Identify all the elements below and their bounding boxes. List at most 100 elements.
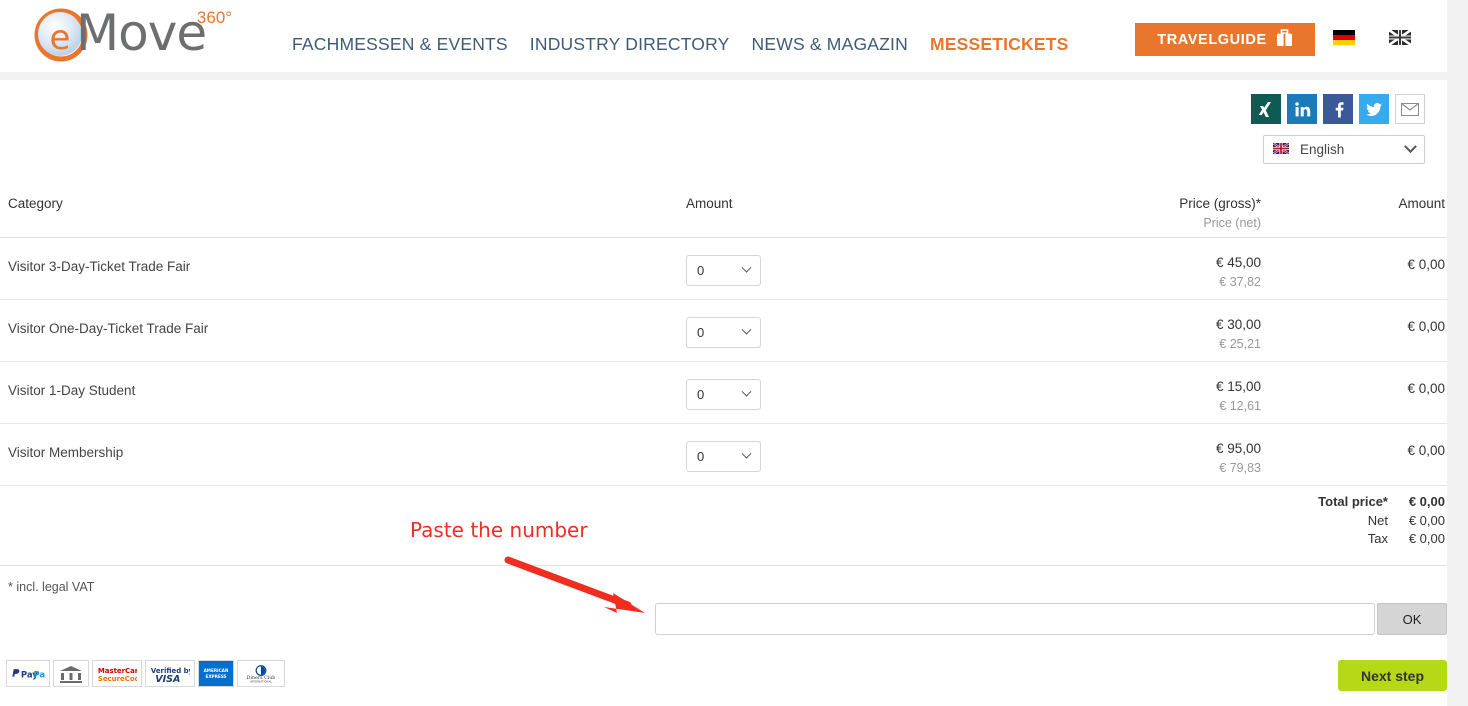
american-express-logo: AMERICAN EXPRESS <box>198 660 234 687</box>
price-cell: € 30,00 € 25,21 <box>1046 317 1261 351</box>
site-logo[interactable]: e Move 360° <box>34 4 232 62</box>
svg-text:VISA: VISA <box>155 673 180 683</box>
svg-text:AMERICAN: AMERICAN <box>204 668 229 673</box>
qty-cell: 0 <box>686 317 1046 348</box>
qty-cell: 0 <box>686 441 1046 472</box>
price-net-value: € 25,21 <box>1219 337 1261 351</box>
price-net-value: € 79,83 <box>1219 461 1261 475</box>
flag-de-icon[interactable] <box>1333 30 1355 45</box>
qty-cell: 0 <box>686 255 1046 286</box>
price-gross-value: € 15,00 <box>1215 379 1261 394</box>
suitcase-icon <box>1276 28 1293 51</box>
table-row: Visitor Membership 0 € 95,00 € 79,83 € 0… <box>0 424 1447 486</box>
quantity-value: 0 <box>697 325 705 340</box>
language-select[interactable]: English <box>1263 135 1425 164</box>
price-gross-value: € 95,00 <box>1215 441 1261 456</box>
col-header-price-gross: Price (gross)* <box>1179 196 1261 211</box>
total-price-value: € 0,00 <box>1408 494 1445 509</box>
total-price-label: Total price* <box>1318 494 1388 509</box>
svg-text:e: e <box>50 18 71 58</box>
quantity-select[interactable]: 0 <box>686 255 761 286</box>
ticket-category-label: Visitor 1-Day Student <box>8 383 136 398</box>
paypal-logo: PayPal <box>6 660 50 687</box>
svg-text:EXPRESS: EXPRESS <box>205 674 226 679</box>
nav-item-industry-directory[interactable]: INDUSTRY DIRECTORY <box>530 34 730 55</box>
nav-item-messetickets[interactable]: MESSETICKETS <box>930 34 1069 55</box>
table-row: Visitor One-Day-Ticket Trade Fair 0 € 30… <box>0 300 1447 362</box>
twitter-icon[interactable] <box>1359 94 1389 124</box>
table-row: Visitor 3-Day-Ticket Trade Fair 0 € 45,0… <box>0 238 1447 300</box>
tickets-table: Category Amount Price (gross)* Price (ne… <box>0 186 1447 566</box>
chevron-down-icon <box>741 262 752 273</box>
annotation-text: Paste the number <box>410 518 588 542</box>
row-amount-value: € 0,00 <box>1407 257 1445 272</box>
table-header-row: Category Amount Price (gross)* Price (ne… <box>0 186 1447 238</box>
chevron-down-icon <box>741 324 752 335</box>
payment-methods: PayPal MasterCard.SecureCode. Verified b… <box>6 660 285 687</box>
travelguide-button[interactable]: TRAVELGUIDE <box>1135 23 1315 56</box>
ticket-category-label: Visitor One-Day-Ticket Trade Fair <box>8 321 209 336</box>
svg-text:INTERNATIONAL: INTERNATIONAL <box>250 679 273 683</box>
price-cell: € 95,00 € 79,83 <box>1046 441 1261 475</box>
facebook-icon[interactable] <box>1323 94 1353 124</box>
tax-label: Tax <box>1367 531 1388 546</box>
nav-item-news-magazin[interactable]: NEWS & MAGAZIN <box>752 34 908 55</box>
qty-cell: 0 <box>686 379 1046 410</box>
logo-word: Move <box>76 4 207 62</box>
total-price-row: Total price* € 0,00 <box>1318 493 1445 512</box>
price-gross-value: € 45,00 <box>1215 255 1261 270</box>
totals-box: Total price* € 0,00 Net € 0,00 Tax € 0,0… <box>1318 493 1445 549</box>
mastercard-securecode-logo: MasterCard.SecureCode. <box>92 660 142 687</box>
site-header: e Move 360° FACHMESSEN & EVENTS INDUSTRY… <box>0 0 1447 72</box>
quantity-select[interactable]: 0 <box>686 379 761 410</box>
linkedin-icon[interactable] <box>1287 94 1317 124</box>
page-root: e Move 360° FACHMESSEN & EVENTS INDUSTRY… <box>0 0 1447 706</box>
row-amount-value: € 0,00 <box>1407 319 1445 334</box>
voucher-code-input[interactable] <box>655 603 1375 635</box>
row-amount-value: € 0,00 <box>1407 381 1445 396</box>
nav-item-fachmessen[interactable]: FACHMESSEN & EVENTS <box>292 34 508 55</box>
main-nav: FACHMESSEN & EVENTS INDUSTRY DIRECTORY N… <box>292 34 1068 55</box>
logo-superscript: 360° <box>196 8 233 27</box>
quantity-value: 0 <box>697 449 705 464</box>
col-header-price: Price (gross)* Price (net) <box>1046 196 1261 230</box>
tax-row: Tax € 0,00 <box>1318 530 1445 549</box>
table-row: Visitor 1-Day Student 0 € 15,00 € 12,61 … <box>0 362 1447 424</box>
price-cell: € 15,00 € 12,61 <box>1046 379 1261 413</box>
chevron-down-icon <box>741 386 752 397</box>
xing-icon[interactable] <box>1251 94 1281 124</box>
social-share-bar <box>1251 94 1425 124</box>
flag-uk-icon[interactable] <box>1388 28 1412 47</box>
verified-by-visa-logo: Verified by VISA <box>145 660 195 687</box>
quantity-select[interactable]: 0 <box>686 441 761 472</box>
price-gross-value: € 30,00 <box>1215 317 1261 332</box>
chevron-down-icon <box>1404 140 1417 154</box>
ticket-category-label: Visitor Membership <box>8 445 124 460</box>
row-amount-value: € 0,00 <box>1407 443 1445 458</box>
svg-text:SecureCode.: SecureCode. <box>98 674 137 682</box>
svg-text:Pal: Pal <box>33 670 45 680</box>
quantity-value: 0 <box>697 387 705 402</box>
next-step-button[interactable]: Next step <box>1338 660 1447 691</box>
net-row: Net € 0,00 <box>1318 512 1445 531</box>
chevron-down-icon <box>741 448 752 459</box>
diners-club-logo: Diners Club INTERNATIONAL <box>237 660 285 687</box>
col-header-total: Amount <box>1398 196 1445 211</box>
quantity-select[interactable]: 0 <box>686 317 761 348</box>
price-net-value: € 12,61 <box>1219 399 1261 413</box>
travelguide-label: TRAVELGUIDE <box>1157 31 1267 48</box>
net-label: Net <box>1367 512 1388 528</box>
totals-section: Total price* € 0,00 Net € 0,00 Tax € 0,0… <box>0 486 1447 566</box>
bank-transfer-logo <box>53 660 89 687</box>
vat-note: * incl. legal VAT <box>8 580 95 594</box>
ticket-category-label: Visitor 3-Day-Ticket Trade Fair <box>8 259 191 274</box>
col-header-category: Category <box>8 196 63 211</box>
language-select-value: English <box>1300 142 1345 157</box>
col-header-price-net: Price (net) <box>1203 216 1261 230</box>
net-value: € 0,00 <box>1408 512 1445 528</box>
price-net-value: € 37,82 <box>1219 275 1261 289</box>
email-icon[interactable] <box>1395 94 1425 124</box>
header-divider <box>0 72 1447 80</box>
svg-text:MasterCard.: MasterCard. <box>98 667 137 675</box>
ok-button[interactable]: OK <box>1377 603 1447 635</box>
